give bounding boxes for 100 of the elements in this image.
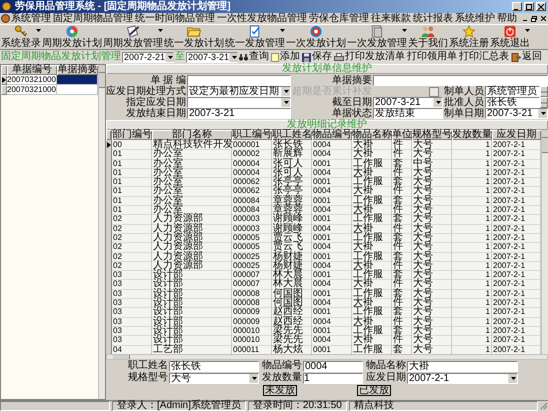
menu-item[interactable]: 劳保仓库管理 [308, 14, 370, 24]
table-cell[interactable] [57, 75, 98, 85]
field-label: 批准人员 [444, 98, 484, 108]
action-button[interactable]: 保存 [301, 51, 333, 63]
table-cell: 0004 [312, 168, 352, 178]
text-field[interactable]: 张长铁 [485, 97, 540, 108]
table-cell: 1 [452, 149, 492, 160]
toolbar-button[interactable]: 系统注册 [449, 25, 489, 49]
minimize-button[interactable] [512, 2, 522, 11]
table-cell: 0001 [312, 177, 352, 188]
toolbar-button[interactable]: 关于我们 [408, 25, 448, 49]
column-header[interactable]: 发放数量 [452, 130, 492, 140]
column-header[interactable]: 规格型号 [412, 130, 452, 140]
menu-item[interactable]: 往来账款 [370, 14, 412, 24]
dropdown-field[interactable] [187, 97, 291, 108]
action-button[interactable]: 添加 [270, 51, 301, 63]
table-cell: 000084 [232, 205, 272, 216]
table-cell: 0001 [312, 214, 352, 225]
toolbar-button[interactable]: 周期发放管理 [103, 25, 163, 49]
ellipsis-button[interactable] [540, 86, 548, 97]
column-header[interactable]: 单据摘要 [57, 65, 98, 75]
dropdown-arrow-icon[interactable] [165, 52, 174, 62]
dropdown-field[interactable]: 大号 [169, 372, 259, 384]
toolbar-button[interactable]: 一次发放计划 [286, 25, 346, 49]
maximize-button[interactable] [524, 2, 534, 11]
field-label: 职工姓名 [127, 361, 168, 372]
text-field[interactable]: 大褂 [407, 360, 518, 372]
table-cell: 0004 [312, 298, 352, 308]
table-cell: 大号 [412, 252, 452, 262]
menu-item[interactable]: 统一时间物品管理 [134, 14, 216, 24]
table-cell: 000009 [232, 307, 272, 318]
action-button[interactable]: 打印汇总表 [458, 51, 510, 63]
column-header[interactable]: 部门编号 [112, 130, 152, 140]
scrollbar[interactable] [541, 130, 548, 354]
action-button[interactable]: 查询 [238, 51, 270, 63]
dropdown-arrow-icon[interactable] [538, 109, 547, 118]
dropdown-field[interactable]: 设定为最初应发日期 [187, 86, 291, 97]
column-header[interactable]: 职工姓名 [272, 130, 312, 140]
dropdown-field[interactable]: 2007-3-21 [373, 97, 443, 108]
dropdown-field[interactable]: 2007-3-21 [485, 108, 548, 119]
action-button[interactable]: 返回 [510, 51, 543, 63]
table-cell: 张可人 [272, 158, 312, 169]
toolbar-button[interactable]: 统一发放管理 [225, 25, 285, 49]
column-header[interactable]: 物品编号 [312, 130, 352, 140]
text-field[interactable]: 系统管理员 [485, 86, 540, 97]
toolbar-button[interactable]: 系统登录 [1, 25, 41, 49]
column-header[interactable]: 单位 [392, 130, 412, 140]
restore-button[interactable] [530, 14, 538, 22]
dropdown-arrow-icon[interactable] [433, 98, 442, 107]
table-cell[interactable] [57, 85, 98, 95]
text-field[interactable] [373, 75, 548, 86]
dropdown-arrow-icon[interactable] [249, 374, 258, 383]
text-field[interactable]: 0004 [303, 360, 363, 372]
action-button[interactable]: 打印领用单 [406, 51, 458, 63]
dropdown-arrow-icon[interactable] [281, 87, 290, 96]
text-field[interactable]: 发放结束 [373, 108, 443, 119]
dropdown-arrow-icon[interactable] [229, 52, 238, 62]
column-header[interactable]: 部门名称 [152, 130, 232, 140]
dropdown-arrow-icon[interactable] [508, 374, 517, 383]
column-header[interactable]: 应发日期 [492, 130, 541, 140]
table-cell: 1 [452, 260, 492, 272]
text-field[interactable]: 张长铁 [169, 360, 259, 372]
menu-item[interactable]: 帮助 [496, 14, 518, 24]
action-button[interactable]: 打印发放清单 [333, 51, 406, 63]
number-field[interactable]: 1 [303, 372, 363, 384]
toolbar-button[interactable]: 周期发放计划 [42, 25, 102, 49]
menu-item[interactable]: 一次性发放物品管理 [216, 14, 308, 24]
table-cell[interactable]: 20070321000 [7, 75, 57, 85]
column-header[interactable]: 物品名称 [352, 130, 392, 140]
table-cell: 02 [112, 214, 152, 225]
status-text: 登录人：[Admin]系统管理员 [112, 401, 246, 411]
field-label: 截至日期 [331, 98, 372, 108]
table-cell: 03 [112, 298, 152, 308]
date-field[interactable]: 2007-2-21 [122, 52, 174, 62]
menu-item[interactable]: 系统维护 [454, 14, 496, 24]
column-header[interactable]: 职工编号 [232, 130, 272, 140]
text-field[interactable]: 2007-3-21 [187, 108, 291, 119]
table-cell: 0004 [312, 316, 352, 327]
column-header[interactable]: 单据编号 [7, 65, 57, 75]
text-field[interactable] [187, 75, 291, 86]
table-cell: 1 [452, 140, 492, 150]
dropdown-arrow-icon[interactable] [281, 98, 290, 107]
menu-item[interactable]: 统计报表 [412, 14, 454, 24]
toolbar-button[interactable]: 一次发放管理 [347, 25, 407, 49]
menu-item[interactable]: 固定周期物品管理 [52, 14, 134, 24]
table-cell: 000005 [232, 242, 272, 253]
scrollbar[interactable] [98, 65, 105, 399]
page-title: 固定周期物品发放计划管理 [0, 52, 122, 62]
table-cell: 大褂 [352, 224, 392, 234]
dropdown-field[interactable]: 2007-2-1 [407, 372, 518, 384]
close-button[interactable] [539, 14, 547, 22]
close-icon [540, 16, 546, 21]
date-field[interactable]: 2007-3-21 [186, 52, 238, 62]
table-cell: 1 [452, 224, 492, 234]
toolbar-button[interactable]: 系统退出 [490, 25, 530, 49]
table-cell: 人力资源部 [152, 252, 232, 262]
menu-item[interactable]: 系统管理 [10, 14, 52, 24]
table-cell[interactable]: 20070321000 [7, 85, 57, 95]
ellipsis-button[interactable] [540, 97, 548, 108]
toolbar-button[interactable]: 统一发放计划 [164, 25, 224, 49]
